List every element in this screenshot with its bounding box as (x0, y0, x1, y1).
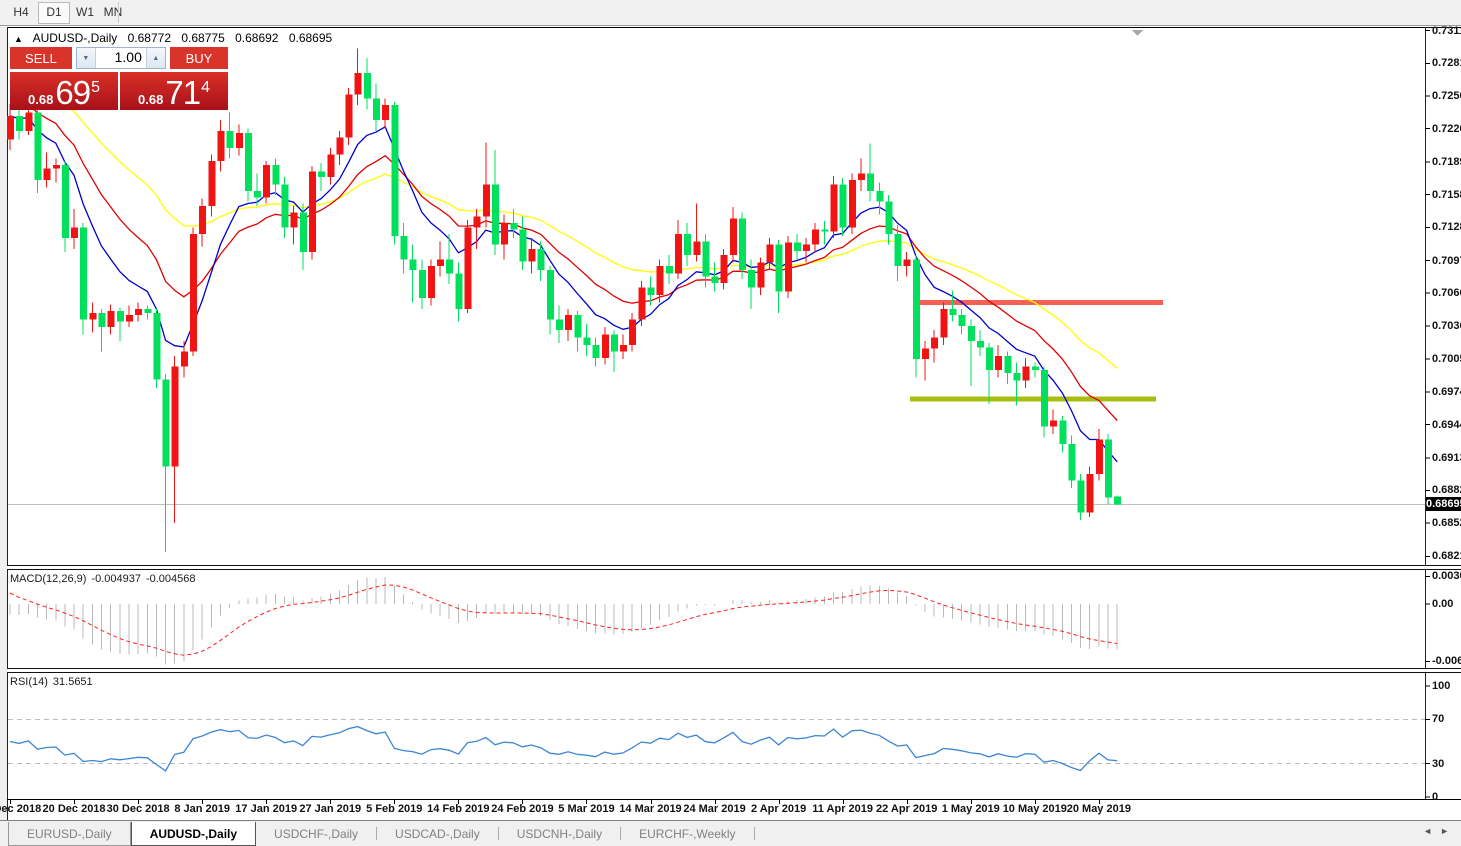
macd-value-main: -0.004937 (91, 573, 141, 585)
indicator-axis-label: -0.00631 (1432, 655, 1461, 668)
timeframe-button-mn[interactable]: MN (98, 2, 128, 22)
tab-scroll-arrows: ◄► (1423, 826, 1457, 836)
indicator-axis-label: 70 (1432, 713, 1445, 726)
date-tick (1034, 800, 1036, 804)
tab-scroll-right-icon[interactable]: ► (1440, 826, 1457, 836)
timeframe-toolbar: H4 D1 W1 MN (0, 0, 1461, 26)
price-axis-label: 0.70970 (1432, 254, 1461, 267)
tab-eurusd[interactable]: EURUSD-,Daily (8, 822, 131, 846)
indicator-axis-label: 0.003035 (1432, 570, 1461, 583)
date-tick (586, 800, 588, 804)
tab-usdcad[interactable]: USDCAD-,Daily (377, 822, 498, 846)
tab-scroll-left-icon[interactable]: ◄ (1423, 826, 1440, 836)
price-axis-label: 0.68210 (1432, 550, 1461, 563)
sell-price-main: 69 (55, 74, 91, 111)
indicator-axis-label: 0.00 (1432, 598, 1454, 610)
date-tick (10, 800, 11, 804)
date-tick (394, 800, 396, 804)
price-axis-label: 0.70665 (1432, 287, 1461, 300)
volume-increase-icon[interactable]: ▲ (145, 48, 165, 68)
price-axis-label: 0.68520 (1432, 517, 1461, 530)
current-price-tag: 0.68695 (1426, 497, 1461, 512)
macd-value-signal: -0.004568 (145, 573, 196, 585)
date-tick (266, 800, 268, 804)
date-tick (330, 800, 332, 804)
rsi-label-row: RSI(14) 31.5651 (10, 676, 98, 688)
rsi-pane[interactable] (0, 673, 1461, 799)
timeframe-button-w1[interactable]: W1 (70, 2, 100, 22)
rsi-name: RSI(14) (10, 676, 48, 688)
date-tick (138, 800, 140, 804)
sell-price-big: 0.68 (28, 92, 54, 107)
buy-price-big: 0.68 (138, 92, 164, 107)
macd-label-row: MACD(12,26,9) -0.004937 -0.004568 (10, 573, 201, 585)
indicator-axis-label: 0 (1432, 791, 1439, 803)
tab-audusd[interactable]: AUDUSD-,Daily (130, 822, 257, 846)
timeframe-button-h4[interactable]: H4 (6, 2, 36, 22)
tab-usdcnh[interactable]: USDCNH-,Daily (499, 822, 620, 846)
indicator-axis-label: 30 (1432, 757, 1445, 770)
date-axis-label: 20 May 2019 (1066, 803, 1131, 815)
date-tick (714, 800, 716, 804)
price-axis-label: 0.69440 (1432, 418, 1461, 431)
date-tick (458, 800, 460, 804)
price-axis-label: 0.71890 (1432, 155, 1461, 168)
buy-price-box[interactable]: 0.68 71 4 (120, 72, 228, 111)
date-tick (74, 800, 76, 804)
indicator-axis-label: 100 (1432, 680, 1451, 692)
volume-spinner: ▼ 1.00 ▲ (75, 47, 166, 69)
date-tick (650, 800, 652, 804)
date-tick (522, 800, 524, 804)
volume-input[interactable]: 1.00 (96, 48, 146, 68)
tab-usdchf[interactable]: USDCHF-,Daily (256, 822, 376, 846)
one-click-trade-panel: SELL ▼ 1.00 ▲ BUY 0.68 69 5 0.68 71 4 (10, 47, 228, 111)
timeframe-button-d1[interactable]: D1 (38, 2, 70, 24)
frame-bottom (7, 799, 1461, 800)
buy-button[interactable]: BUY (169, 47, 228, 69)
price-axis-label: 0.70360 (1432, 319, 1461, 332)
rsi-value: 31.5651 (52, 676, 93, 688)
sell-price-pip: 5 (91, 79, 100, 96)
macd-pane[interactable] (0, 570, 1461, 668)
price-axis-label: 0.68825 (1432, 484, 1461, 497)
buy-price-main: 71 (165, 74, 201, 111)
date-tick (906, 800, 908, 804)
price-axis-label: 0.72505 (1432, 90, 1461, 102)
buy-price-pip: 4 (201, 79, 210, 96)
price-axis-label: 0.71280 (1432, 221, 1461, 234)
price-axis-label: 0.69745 (1432, 385, 1461, 398)
price-axis-label: 0.71585 (1432, 188, 1461, 201)
price-axis-label: 0.73115 (1432, 24, 1461, 37)
date-tick (970, 800, 972, 804)
volume-decrease-icon[interactable]: ▼ (76, 48, 96, 68)
tab-eurchf[interactable]: EURCHF-,Weekly (621, 822, 753, 846)
macd-name: MACD(12,26,9) (10, 573, 87, 585)
price-axis-label: 0.69130 (1432, 451, 1461, 464)
date-tick (842, 800, 844, 804)
price-axis-label: 0.72200 (1432, 122, 1461, 135)
price-axis-label: 0.70050 (1432, 353, 1461, 366)
symbol-tabbar: EURUSD-,Daily AUDUSD-,Daily USDCHF-,Dail… (0, 820, 1461, 846)
date-tick (1098, 800, 1100, 804)
sell-button[interactable]: SELL (10, 47, 72, 69)
sell-price-box[interactable]: 0.68 69 5 (10, 72, 118, 111)
tab-divider (753, 827, 755, 840)
date-tick (202, 800, 204, 804)
price-axis-label: 0.72810 (1432, 57, 1461, 70)
date-tick (778, 800, 780, 804)
toolbar-separator (118, 2, 119, 23)
